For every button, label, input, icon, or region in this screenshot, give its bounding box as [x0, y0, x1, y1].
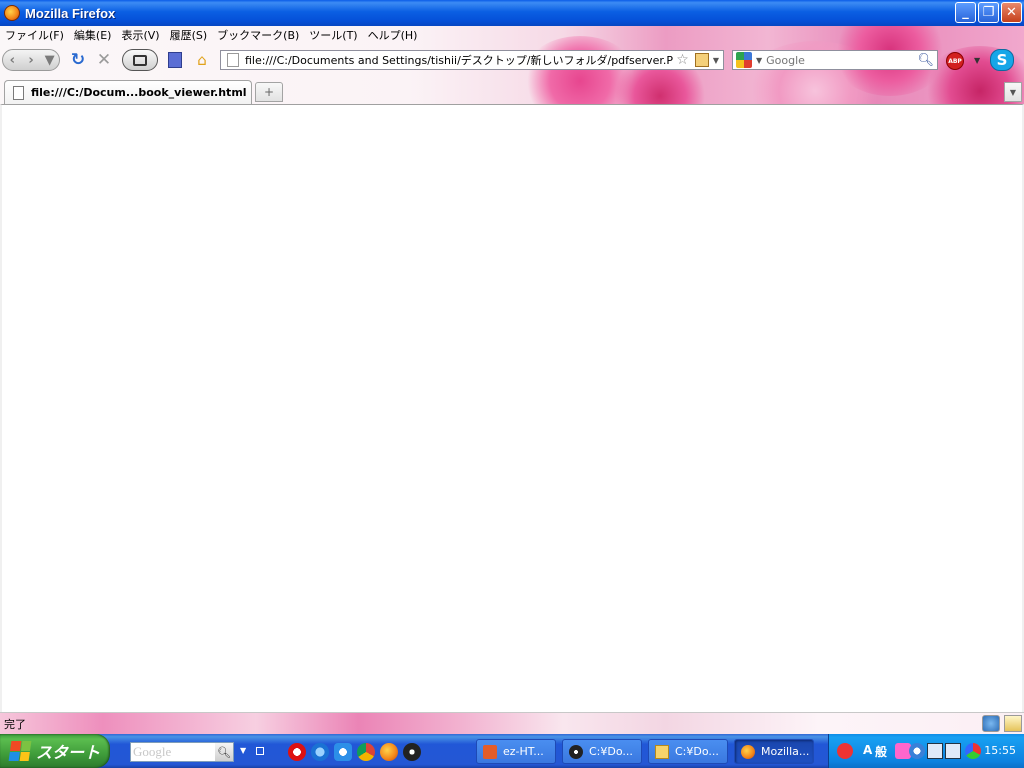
url-dropdown-icon[interactable]: ▼	[713, 56, 719, 65]
bookmark-star-icon[interactable]: ☆	[676, 52, 689, 68]
tab-groups-button[interactable]	[122, 49, 158, 71]
tab-active[interactable]: file:///C:/Docum...book_viewer.html	[4, 80, 252, 104]
search-input[interactable]	[766, 53, 918, 67]
network-icon[interactable]	[965, 743, 981, 759]
clock[interactable]: 15:55	[984, 744, 1016, 757]
menu-file[interactable]: ファイル(F)	[0, 27, 69, 43]
system-tray: A 般 15:55	[828, 734, 1024, 768]
google-deskbar-input[interactable]: Google	[133, 744, 215, 760]
deskbar-dropdown-icon[interactable]: ▼	[240, 746, 246, 755]
start-label: スタート	[36, 743, 101, 762]
browser-chrome: ファイル(F) 編集(E) 表示(V) 履歴(S) ブックマーク(B) ツール(…	[0, 26, 1024, 104]
firefox-icon[interactable]	[380, 743, 398, 761]
history-dropdown-icon[interactable]: ▼	[40, 53, 59, 68]
ime-input-icon[interactable]	[945, 743, 961, 759]
back-forward-group: ‹ › ▼	[2, 49, 60, 71]
search-bar: ▼ 🔍︎	[732, 50, 938, 70]
reload-button[interactable]: ↻	[68, 49, 88, 71]
close-button[interactable]: ✕	[1001, 2, 1022, 23]
start-button[interactable]: スタート	[0, 734, 110, 768]
taskbar-item-active[interactable]: Mozilla...	[734, 739, 814, 764]
folder-icon	[655, 744, 669, 759]
chrome-icon[interactable]	[357, 743, 375, 761]
internet-explorer-icon[interactable]	[311, 743, 329, 761]
url-input[interactable]	[245, 53, 675, 67]
menu-view[interactable]: 表示(V)	[116, 27, 164, 43]
opera-icon[interactable]	[288, 743, 306, 761]
ime-dictionary-icon[interactable]	[927, 743, 943, 759]
windows-logo-icon	[8, 741, 32, 761]
page-content[interactable]	[0, 104, 1024, 712]
adblock-plus-icon[interactable]: ABP	[946, 52, 964, 70]
status-bar: 完了	[0, 712, 1024, 734]
menu-tools[interactable]: ツール(T)	[304, 27, 362, 43]
forward-button[interactable]: ›	[22, 53, 41, 68]
tray-app-icon[interactable]	[837, 743, 853, 759]
chevron-left-icon[interactable]	[909, 743, 925, 759]
page-icon	[13, 85, 24, 100]
window-title: Mozilla Firefox	[25, 5, 116, 21]
tab-title: file:///C:/Docum...book_viewer.html	[31, 86, 247, 99]
google-engine-icon[interactable]	[736, 52, 752, 68]
bookmark-icon	[168, 52, 182, 68]
navigation-toolbar: ‹ › ▼ ↻ ✕ ⌂ ☆ ▼ ▼ 🔍︎ ABP ▼ S	[0, 46, 1024, 74]
tab-groups-icon	[133, 54, 147, 66]
ime-mode-a[interactable]: A	[863, 743, 872, 757]
menu-bookmarks[interactable]: ブックマーク(B)	[212, 27, 304, 43]
list-all-tabs-button[interactable]: ▼	[1004, 82, 1022, 102]
minimize-button[interactable]: _	[955, 2, 976, 23]
menu-help[interactable]: ヘルプ(H)	[363, 27, 423, 43]
firefox-icon	[4, 5, 20, 21]
inkscape-icon	[569, 744, 583, 759]
skype-icon[interactable]: S	[990, 49, 1014, 71]
menu-bar: ファイル(F) 編集(E) 表示(V) 履歴(S) ブックマーク(B) ツール(…	[0, 26, 422, 44]
tab-strip: file:///C:/Docum...book_viewer.html + ▼	[0, 78, 1024, 104]
window-controls: _ ❐ ✕	[955, 2, 1022, 23]
ime-mode[interactable]: 般	[875, 743, 887, 760]
back-button[interactable]: ‹	[3, 53, 22, 68]
search-icon[interactable]: 🔍︎	[917, 53, 934, 68]
page-info-icon[interactable]	[694, 53, 709, 67]
stop-button[interactable]: ✕	[94, 49, 114, 71]
taskbar-item-label: Mozilla...	[761, 745, 810, 758]
page-icon	[227, 53, 239, 67]
taskbar-item-label: C:¥Do...	[675, 745, 719, 758]
globe-icon[interactable]	[982, 715, 1000, 732]
taskbar-item-label: ez-HT...	[503, 745, 544, 758]
deskbar-options-icon[interactable]	[256, 747, 264, 755]
bookmark-page-button[interactable]	[166, 49, 184, 71]
html-editor-icon	[483, 744, 497, 759]
adblock-dropdown-icon[interactable]: ▼	[974, 56, 980, 65]
search-icon[interactable]: 🔍︎	[215, 743, 233, 761]
engine-dropdown-icon[interactable]: ▼	[756, 56, 762, 65]
taskbar-item[interactable]: ez-HT...	[476, 739, 556, 764]
inkscape-icon[interactable]	[403, 743, 421, 761]
new-tab-button[interactable]: +	[255, 82, 283, 102]
maximize-button[interactable]: ❐	[978, 2, 999, 23]
status-icons	[982, 715, 1022, 732]
taskbar: スタート Google 🔍︎ ▼ ez-HT... C:¥Do... C:¥Do…	[0, 734, 1024, 768]
menu-history[interactable]: 履歴(S)	[165, 27, 213, 43]
home-button[interactable]: ⌂	[192, 49, 212, 71]
address-bar: ☆ ▼	[220, 50, 724, 70]
ie-browser-icon[interactable]	[334, 743, 352, 761]
window-title-bar[interactable]: Mozilla Firefox _ ❐ ✕	[0, 0, 1024, 26]
taskbar-item[interactable]: C:¥Do...	[648, 739, 728, 764]
note-icon[interactable]	[1004, 715, 1022, 732]
status-text: 完了	[4, 717, 26, 731]
taskbar-item[interactable]: C:¥Do...	[562, 739, 642, 764]
firefox-icon	[741, 744, 755, 759]
taskbar-item-label: C:¥Do...	[589, 745, 633, 758]
menu-edit[interactable]: 編集(E)	[69, 27, 117, 43]
google-deskbar[interactable]: Google 🔍︎	[130, 742, 234, 762]
